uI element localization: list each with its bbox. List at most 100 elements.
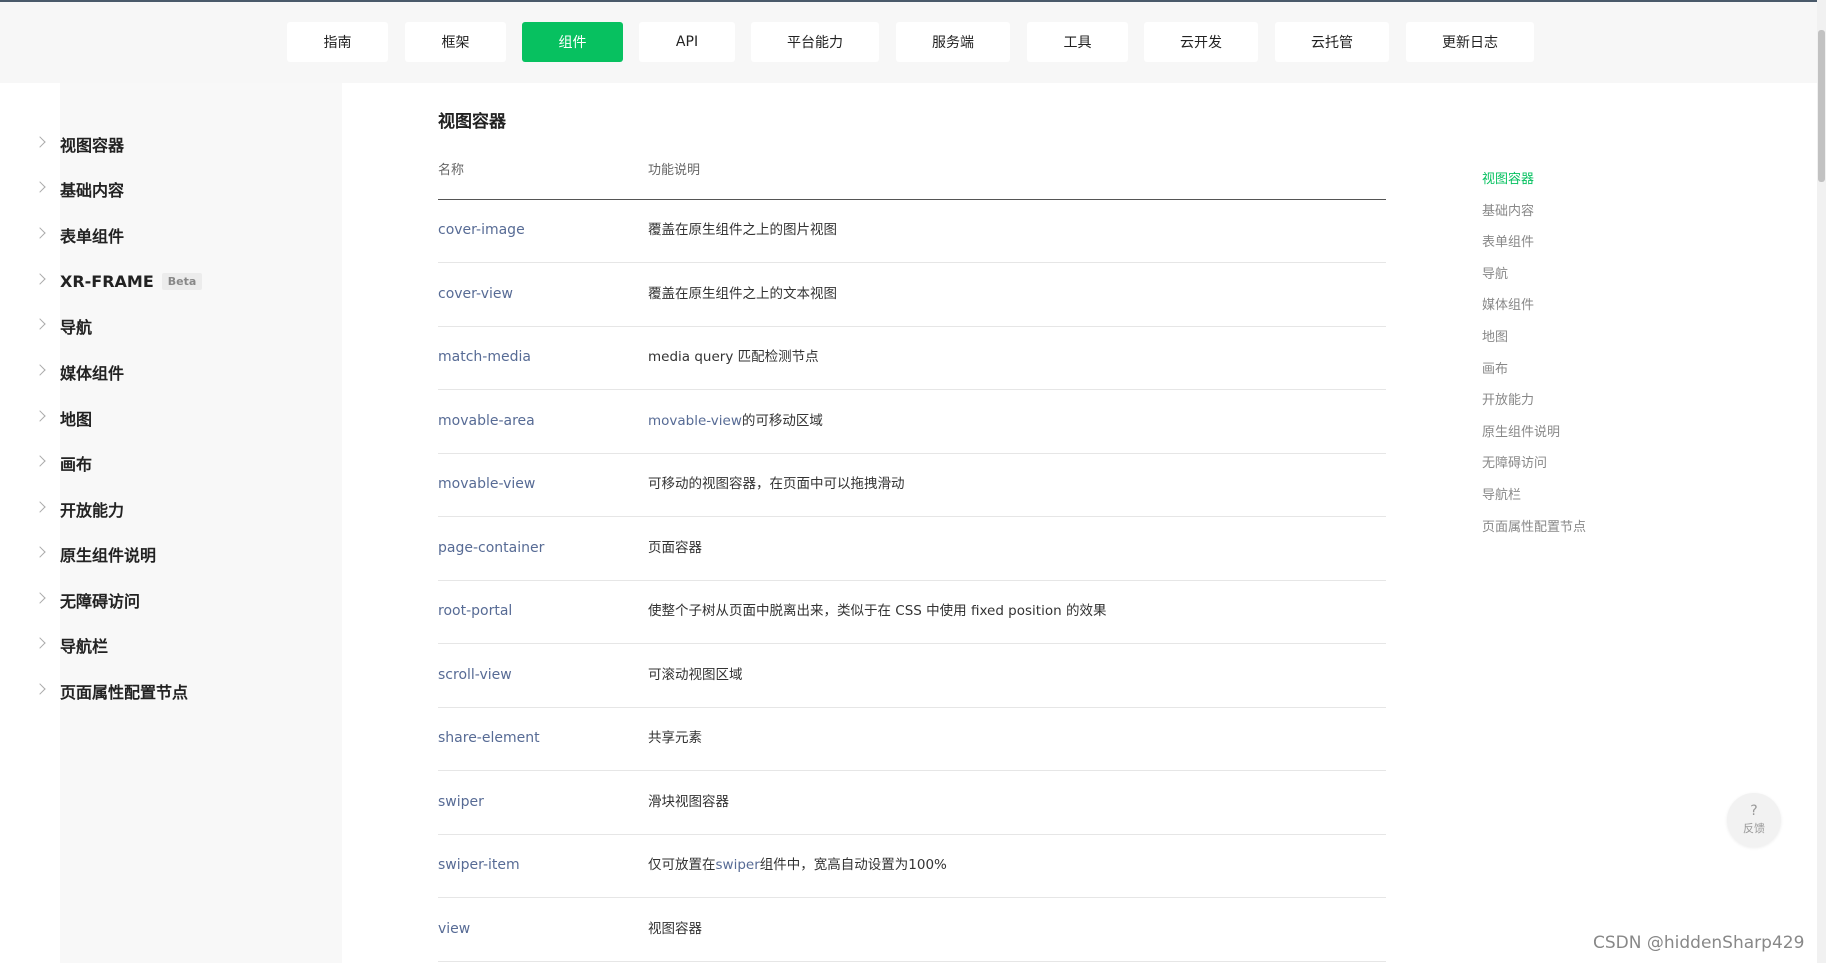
component-description: 覆盖在原生组件之上的文本视图 — [648, 286, 837, 302]
component-description: 仅可放置在swiper组件中，宽高自动设置为100% — [648, 834, 947, 897]
component-description: 使整个子树从页面中脱离出来，类似于在 CSS 中使用 fixed positio… — [648, 603, 1107, 619]
component-link[interactable]: cover-view — [438, 263, 513, 326]
sidebar-item-label: 原生组件说明 — [60, 546, 157, 565]
nav-tab-changelog[interactable]: 更新日志 — [1406, 22, 1534, 62]
table-row: cover-image 覆盖在原生组件之上的图片视图 — [438, 199, 1386, 263]
toc-item-accessibility[interactable]: 无障碍访问 — [1482, 452, 1547, 471]
component-link[interactable]: movable-area — [438, 390, 535, 453]
table-row: root-portal 使整个子树从页面中脱离出来，类似于在 CSS 中使用 f… — [438, 580, 1386, 644]
component-link[interactable]: swiper — [438, 771, 484, 834]
table-row: swiper 滑块视图容器 — [438, 771, 1386, 835]
table-row: page-container 页面容器 — [438, 517, 1386, 581]
sidebar-item-view-container[interactable]: 视图容器 — [34, 129, 125, 159]
description-text: 仅可放置在 — [648, 857, 716, 873]
sidebar-item-canvas[interactable]: 画布 — [34, 448, 92, 478]
top-nav: 指南 框架 组件 API 平台能力 服务端 工具 云开发 云托管 更新日志 — [0, 2, 1826, 85]
nav-tab-cloud-dev[interactable]: 云开发 — [1144, 22, 1258, 62]
toc-item-map[interactable]: 地图 — [1482, 326, 1508, 345]
nav-tab-api[interactable]: API — [639, 22, 735, 62]
sidebar-item-native-components[interactable]: 原生组件说明 — [34, 539, 157, 569]
component-description: 视图容器 — [648, 921, 702, 937]
table-row: share-element 共享元素 — [438, 707, 1386, 771]
sidebar-item-map[interactable]: 地图 — [34, 403, 93, 433]
description-text: 的可移动区域 — [741, 413, 823, 429]
column-header-description: 功能说明 — [648, 163, 701, 178]
nav-tab-platform[interactable]: 平台能力 — [751, 22, 879, 62]
watermark: CSDN @hiddenSharp429 — [1593, 933, 1805, 953]
inline-component-link[interactable]: movable-view — [648, 413, 742, 429]
sidebar-item-navigation-bar[interactable]: 导航栏 — [34, 630, 109, 660]
component-description: 可滚动视图区域 — [648, 667, 743, 683]
sidebar-item-label: 无障碍访问 — [60, 592, 141, 611]
table-row: swiper-item 仅可放置在swiper组件中，宽高自动设置为100% — [438, 834, 1386, 898]
sidebar: 视图容器 基础内容 表单组件 XR-FRAME Beta 导航 媒体组件 地图 画… — [34, 83, 342, 963]
top-bar: 指南 框架 组件 API 平台能力 服务端 工具 云开发 云托管 更新日志 — [0, 0, 1826, 83]
table-row: scroll-view 可滚动视图区域 — [438, 644, 1386, 708]
toc-item-page-meta[interactable]: 页面属性配置节点 — [1482, 516, 1586, 535]
component-link[interactable]: movable-view — [438, 453, 535, 516]
sidebar-item-xr-frame[interactable]: XR-FRAME Beta — [34, 266, 203, 296]
table-row: movable-area movable-view的可移动区域 — [438, 390, 1386, 454]
component-link[interactable]: cover-image — [438, 199, 525, 262]
left-gutter — [0, 83, 60, 963]
table-row: match-media media query 匹配检测节点 — [438, 326, 1386, 390]
sidebar-item-label: XR-FRAME — [60, 271, 154, 291]
toc-item-view-container[interactable]: 视图容器 — [1482, 168, 1534, 187]
toc-item-native-components[interactable]: 原生组件说明 — [1482, 421, 1560, 440]
sidebar-item-form[interactable]: 表单组件 — [34, 220, 125, 250]
nav-tab-guide[interactable]: 指南 — [287, 22, 388, 62]
component-link[interactable]: page-container — [438, 517, 544, 580]
sidebar-item-label: 表单组件 — [60, 227, 125, 246]
component-description: 共享元素 — [648, 730, 702, 746]
feedback-label: 反馈 — [1743, 822, 1765, 835]
beta-badge: Beta — [161, 272, 203, 290]
table-row: view 视图容器 — [438, 898, 1386, 962]
sidebar-item-media[interactable]: 媒体组件 — [34, 357, 125, 387]
component-link[interactable]: swiper-item — [438, 834, 520, 897]
toc-item-navigation[interactable]: 导航 — [1482, 263, 1508, 282]
sidebar-item-label: 导航 — [60, 318, 93, 337]
nav-tab-components[interactable]: 组件 — [522, 22, 623, 62]
component-link[interactable]: view — [438, 898, 470, 961]
component-description: 页面容器 — [648, 540, 702, 556]
nav-tab-tools[interactable]: 工具 — [1027, 22, 1128, 62]
scrollbar[interactable] — [1817, 0, 1826, 963]
feedback-button[interactable]: ? 反馈 — [1727, 793, 1781, 847]
toc-item-open-ability[interactable]: 开放能力 — [1482, 389, 1534, 408]
nav-tab-framework[interactable]: 框架 — [405, 22, 506, 62]
inline-component-link[interactable]: swiper — [716, 857, 760, 873]
component-link[interactable]: root-portal — [438, 580, 512, 643]
toc-item-media[interactable]: 媒体组件 — [1482, 294, 1534, 313]
sidebar-item-label: 导航栏 — [60, 637, 109, 656]
toc-item-canvas[interactable]: 画布 — [1482, 358, 1508, 377]
scrollbar-thumb[interactable] — [1818, 30, 1825, 182]
component-description: 覆盖在原生组件之上的图片视图 — [648, 222, 837, 238]
sidebar-item-label: 地图 — [60, 410, 93, 429]
sidebar-item-accessibility[interactable]: 无障碍访问 — [34, 585, 141, 615]
sidebar-item-open-ability[interactable]: 开放能力 — [34, 494, 125, 524]
sidebar-item-label: 媒体组件 — [60, 364, 125, 383]
table-row: cover-view 覆盖在原生组件之上的文本视图 — [438, 263, 1386, 327]
component-link[interactable]: match-media — [438, 326, 531, 389]
sidebar-item-navigation[interactable]: 导航 — [34, 311, 93, 341]
description-text: 组件中，宽高自动设置为100% — [759, 857, 947, 873]
component-link[interactable]: share-element — [438, 707, 540, 770]
page-title: 视图容器 — [438, 112, 506, 132]
question-icon: ? — [1750, 803, 1758, 819]
component-link[interactable]: scroll-view — [438, 644, 512, 707]
sidebar-item-page-meta[interactable]: 页面属性配置节点 — [34, 676, 189, 706]
nav-tab-cloud-hosting[interactable]: 云托管 — [1275, 22, 1389, 62]
table-row: movable-view 可移动的视图容器，在页面中可以拖拽滑动 — [438, 453, 1386, 517]
sidebar-item-label: 开放能力 — [60, 501, 125, 520]
component-description: movable-view的可移动区域 — [648, 390, 823, 453]
toc-item-navigation-bar[interactable]: 导航栏 — [1482, 484, 1521, 503]
toc-item-form[interactable]: 表单组件 — [1482, 231, 1534, 250]
component-description: 滑块视图容器 — [648, 794, 729, 810]
table-header: 名称 功能说明 — [438, 153, 1386, 200]
nav-tab-server[interactable]: 服务端 — [896, 22, 1010, 62]
sidebar-item-label: 页面属性配置节点 — [60, 683, 189, 702]
component-description: media query 匹配检测节点 — [648, 349, 819, 365]
sidebar-item-basic-content[interactable]: 基础内容 — [34, 174, 124, 204]
sidebar-item-label: 视图容器 — [60, 136, 125, 155]
toc-item-basic-content[interactable]: 基础内容 — [1482, 200, 1534, 219]
